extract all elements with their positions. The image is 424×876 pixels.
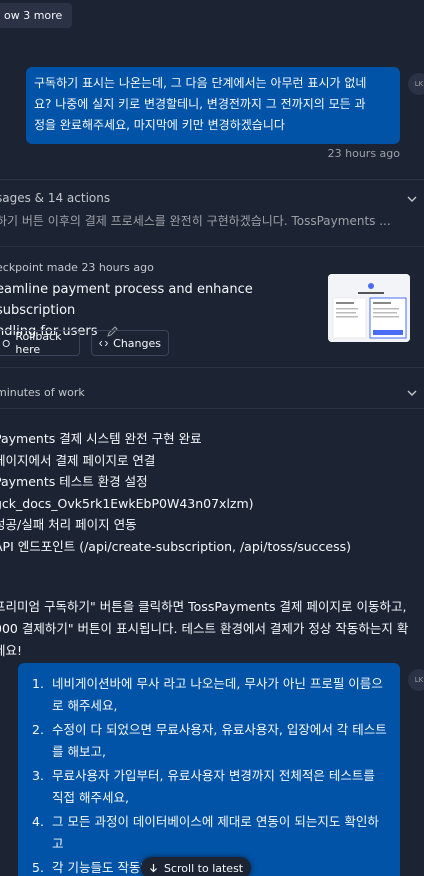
list-line: 무료사용자 가입부터, 유료사용자 변경까지 전체적은 테스트를 [52,768,375,783]
result-line: gck_docs_Ovk5rk1EwkEbP0W43n07xlzm) [0,495,254,511]
work-duration-title[interactable]: minutes of work [0,386,85,399]
checkpoint-meta: eckpoint made 23 hours ago [0,261,154,274]
divider [0,408,424,409]
list-number: 5. [32,860,44,875]
request-list: 1. 네비게이션바에 무사 라고 나오는데, 무사가 아닌 프로필 이름으로 해주… [26,673,390,876]
result-line: Payments 결제 시스템 완전 구현 완료 [0,431,202,446]
result-line: 페이지에서 결제 페이지로 연결 [0,452,156,468]
result-line: API 엔드포인트 (/api/create-subscription, /ap… [0,538,352,554]
message-line: 정을 완료해주세요, 마지막에 키만 변경하겠습니다 [34,118,285,132]
list-number: 1. [32,676,44,691]
list-line: 로 해주세요, [52,698,118,713]
list-number: 2. [32,722,44,737]
scroll-to-latest-button[interactable]: Scroll to latest [141,857,252,876]
code-icon [99,340,108,346]
checkpoint-screenshot-thumbnail[interactable] [328,274,410,342]
actions-summary-subtitle: 하기 버튼 이후의 결제 프로세스를 완전히 구현하겠습니다. TossPaym… [0,214,391,228]
paragraph-line: 000 결제하기" 버튼이 표시됩니다. 테스트 환경에서 결제가 정상 작동하… [0,621,409,636]
chevron-down-icon[interactable] [406,193,418,205]
list-line: 수정이 다 되었으면 무료사용자, 유료사용자, 입장에서 각 테스트 [52,722,387,737]
rollback-button[interactable]: Rollback here [0,330,80,356]
list-line: 그 모든 과정이 데이터베이스에 제대로 연동이 되는지도 확인하 [52,814,379,829]
arrow-down-icon [150,864,157,873]
list-number: 4. [32,814,44,829]
rollback-icon [2,339,10,347]
list-number: 3. [32,768,44,783]
list-line: 네비게이션바에 무사 라고 나오는데, 무사가 아닌 프로필 이름으 [52,676,383,691]
actions-summary-title[interactable]: sages & 14 actions [0,191,110,205]
preview-image [328,274,410,342]
divider [0,246,424,247]
list-line: 고 [52,836,64,851]
list-item: 3. 무료사용자 가입부터, 유료사용자 변경까지 전체적은 테스트를직접 해주세… [32,765,390,809]
rollback-label: Rollback here [15,330,62,356]
message-line: 요? 나중에 실지 키로 변경할테니, 변경전까지 그 전까지의 모든 과 [34,97,366,111]
list-item: 2. 수정이 다 되었으면 무료사용자, 유료사용자, 입장에서 각 테스트를 해… [32,719,390,763]
paragraph-line: 프리미엄 구독하기" 버튼을 클릭하면 TossPayments 결제 페이지로… [0,599,407,614]
divider [0,367,424,368]
list-line: 를 해보고, [52,744,106,759]
user-message: 1. 네비게이션바에 무사 라고 나오는데, 무사가 아닌 프로필 이름으로 해주… [18,663,400,876]
user-avatar[interactable]: LK [408,73,424,95]
scroll-label: Scroll to latest [164,861,244,875]
changes-label: Changes [113,336,161,350]
agent-result-paragraph: 프리미엄 구독하기" 버튼을 클릭하면 TossPayments 결제 페이지로… [0,596,424,662]
agent-result-list: Payments 결제 시스템 완전 구현 완료 페이지에서 결제 페이지로 연… [0,428,424,557]
paragraph-line: 세요! [0,643,23,658]
list-line: 직접 해주세요, [52,790,129,805]
result-line: Payments 테스트 환경 설정 [0,474,148,489]
checkpoint-title-line: eamline payment process and enhance subs… [0,282,253,318]
list-line: 각 기능들도 작동하 [52,860,152,875]
changes-button[interactable]: Changes [91,330,169,356]
message-line: 구독하기 표시는 나온는데, 그 다음 단계에서는 아무런 표시가 없네 [34,76,367,90]
user-message: 구독하기 표시는 나온는데, 그 다음 단계에서는 아무런 표시가 없네 요? … [26,67,400,144]
chevron-down-icon[interactable] [406,387,418,399]
result-line: 성공/실패 처리 페이지 연동 [0,517,137,532]
list-item: 4. 그 모든 과정이 데이터베이스에 제대로 연동이 되는지도 확인하고 [32,811,390,855]
user-avatar[interactable]: LK [408,669,424,691]
message-timestamp: 23 hours ago [327,147,400,160]
show-more-button[interactable]: ow 3 more [0,3,73,28]
list-item: 1. 네비게이션바에 무사 라고 나오는데, 무사가 아닌 프로필 이름으로 해주… [32,673,390,717]
divider [0,179,424,180]
